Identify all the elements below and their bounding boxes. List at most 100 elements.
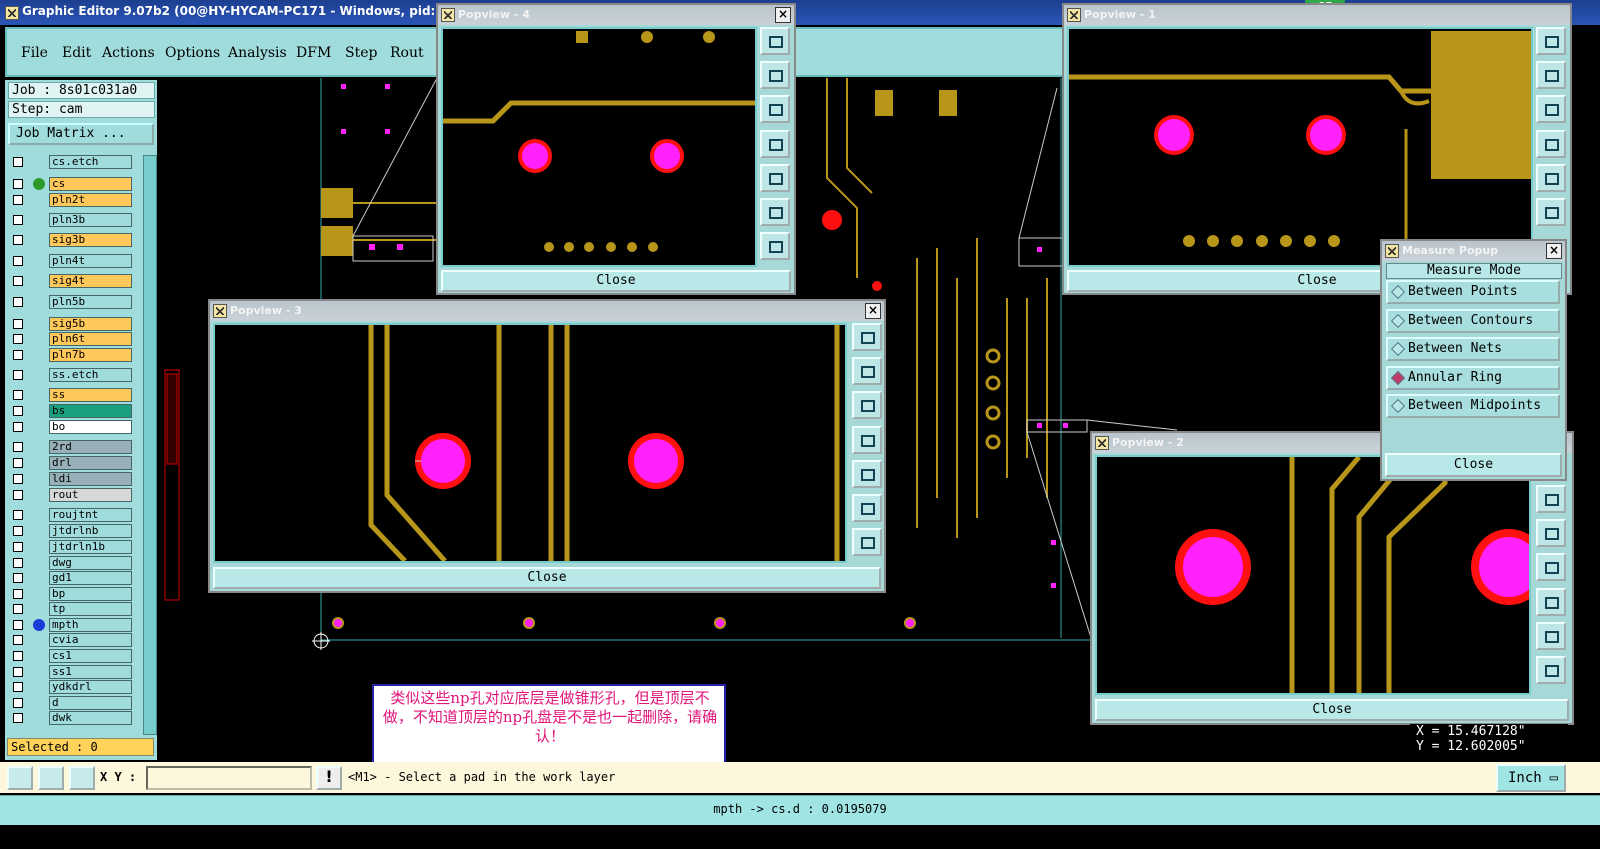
layer-name[interactable]: ss.etch	[49, 368, 132, 382]
layer-checkbox[interactable]	[13, 682, 23, 692]
alert-button[interactable]: !	[316, 766, 342, 790]
layer-row-jtdrlnb[interactable]: jtdrlnb	[11, 524, 132, 538]
layer-name[interactable]: cs1	[49, 649, 132, 663]
layer-checkbox[interactable]	[13, 604, 23, 614]
job-matrix-button[interactable]: Job Matrix ...	[8, 123, 154, 145]
angle-tool-button[interactable]	[38, 766, 64, 790]
layer-name[interactable]: pln7b	[49, 348, 132, 362]
zoom-fit-button[interactable]	[760, 27, 790, 55]
option-between-nets[interactable]: Between Nets	[1386, 337, 1560, 361]
layer-checkbox[interactable]	[13, 620, 23, 630]
layer-name[interactable]: pln6t	[49, 332, 132, 346]
layer-name[interactable]: sig4t	[49, 274, 132, 288]
pan-left-button[interactable]	[1536, 553, 1566, 581]
layer-checkbox[interactable]	[13, 256, 23, 266]
layer-checkbox[interactable]	[13, 276, 23, 286]
layer-row-jtdrln1b[interactable]: jtdrln1b	[11, 540, 132, 554]
layer-name[interactable]: jtdrln1b	[49, 540, 132, 554]
layer-name[interactable]: ldi	[49, 472, 132, 486]
layer-row-cs1[interactable]: cs1	[11, 649, 132, 663]
layer-checkbox[interactable]	[13, 157, 23, 167]
layer-checkbox[interactable]	[13, 667, 23, 677]
measure-close-button[interactable]: Close	[1385, 453, 1562, 477]
layer-row-pln4t[interactable]: pln4t	[11, 254, 132, 268]
layer-checkbox[interactable]	[13, 195, 23, 205]
layer-name[interactable]: tp	[49, 602, 132, 616]
menu-options[interactable]: Options	[165, 45, 220, 61]
layer-row-sig3b[interactable]: sig3b	[11, 233, 132, 247]
layer-row-pln7b[interactable]: pln7b	[11, 348, 132, 362]
layer-checkbox[interactable]	[13, 589, 23, 599]
snap-tool-button[interactable]	[7, 766, 33, 790]
layer-name[interactable]: pln2t	[49, 193, 132, 207]
layer-checkbox[interactable]	[13, 542, 23, 552]
popview-1-canvas[interactable]	[1067, 27, 1533, 267]
layer-checkbox[interactable]	[13, 297, 23, 307]
layer-checkbox[interactable]	[13, 526, 23, 536]
pan-down-button[interactable]	[760, 95, 790, 123]
layer-name[interactable]: ss	[49, 388, 132, 402]
pan-up-button[interactable]	[760, 61, 790, 89]
popview-4-titlebar[interactable]: Popview - 4 ×	[438, 5, 794, 25]
layer-checkbox[interactable]	[13, 442, 23, 452]
layer-checkbox[interactable]	[13, 179, 23, 189]
zoom-fit-button[interactable]	[852, 323, 882, 351]
layer-name[interactable]: pln3b	[49, 213, 132, 227]
grid-tool-button[interactable]	[69, 766, 95, 790]
layer-row-rout[interactable]: rout	[11, 488, 132, 502]
layer-checkbox[interactable]	[13, 215, 23, 225]
layer-checkbox[interactable]	[13, 406, 23, 416]
pan-right-button[interactable]	[1536, 588, 1566, 616]
layer-name[interactable]: pln5b	[49, 295, 132, 309]
layer-name[interactable]: 2rd	[49, 440, 132, 454]
popview-1-titlebar[interactable]: Popview - 1	[1064, 5, 1570, 25]
layer-row-cs-etch[interactable]: cs.etch	[11, 155, 132, 169]
layer-row-drl[interactable]: drl	[11, 456, 132, 470]
layer-checkbox[interactable]	[13, 635, 23, 645]
zoom-out-button[interactable]	[760, 232, 790, 260]
layer-checkbox[interactable]	[13, 558, 23, 568]
layer-name[interactable]: dwg	[49, 556, 132, 570]
zoom-in-button[interactable]	[1536, 622, 1566, 650]
layer-name[interactable]: jtdrlnb	[49, 524, 132, 538]
layer-row-gd1[interactable]: gd1	[11, 571, 132, 585]
layer-name[interactable]: mpth	[49, 618, 132, 632]
option-annular-ring[interactable]: Annular Ring	[1386, 366, 1560, 390]
layer-row-pln5b[interactable]: pln5b	[11, 295, 132, 309]
layer-name[interactable]: bo	[49, 420, 132, 434]
popview-3-close-button[interactable]: Close	[213, 567, 881, 589]
pan-right-button[interactable]	[760, 164, 790, 192]
layer-row-bp[interactable]: bp	[11, 587, 132, 601]
pan-left-button[interactable]	[852, 426, 882, 454]
pan-right-button[interactable]	[1536, 164, 1566, 192]
layer-row-ss1[interactable]: ss1	[11, 665, 132, 679]
pan-down-button[interactable]	[852, 391, 882, 419]
close-icon[interactable]: ×	[1546, 243, 1562, 259]
layer-name[interactable]: gd1	[49, 571, 132, 585]
zoom-out-button[interactable]	[852, 528, 882, 556]
pan-left-button[interactable]	[1536, 130, 1566, 158]
layer-row-sig4t[interactable]: sig4t	[11, 274, 132, 288]
layer-name[interactable]: ss1	[49, 665, 132, 679]
pan-left-button[interactable]	[760, 130, 790, 158]
xy-input[interactable]	[146, 766, 312, 790]
layer-name[interactable]: cs	[49, 177, 132, 191]
layer-row-2rd[interactable]: 2rd	[11, 440, 132, 454]
layer-checkbox[interactable]	[13, 390, 23, 400]
layer-checkbox[interactable]	[13, 713, 23, 723]
layer-row-ldi[interactable]: ldi	[11, 472, 132, 486]
layer-row-bs[interactable]: bs	[11, 404, 132, 418]
pan-up-button[interactable]	[852, 357, 882, 385]
layer-row-pln3b[interactable]: pln3b	[11, 213, 132, 227]
layer-name[interactable]: ydkdrl	[49, 680, 132, 694]
layer-checkbox[interactable]	[13, 370, 23, 380]
units-dropdown[interactable]: Inch ▭	[1496, 764, 1566, 792]
layer-name[interactable]: sig5b	[49, 317, 132, 331]
zoom-fit-button[interactable]	[1536, 27, 1566, 55]
layer-row-mpth[interactable]: mpth	[11, 618, 132, 632]
layer-row-ss-etch[interactable]: ss.etch	[11, 368, 132, 382]
layer-row-sig5b[interactable]: sig5b	[11, 317, 132, 331]
layer-row-dwk[interactable]: dwk	[11, 711, 132, 725]
option-between-points[interactable]: Between Points	[1386, 280, 1560, 304]
popview-3-canvas[interactable]	[213, 323, 847, 563]
